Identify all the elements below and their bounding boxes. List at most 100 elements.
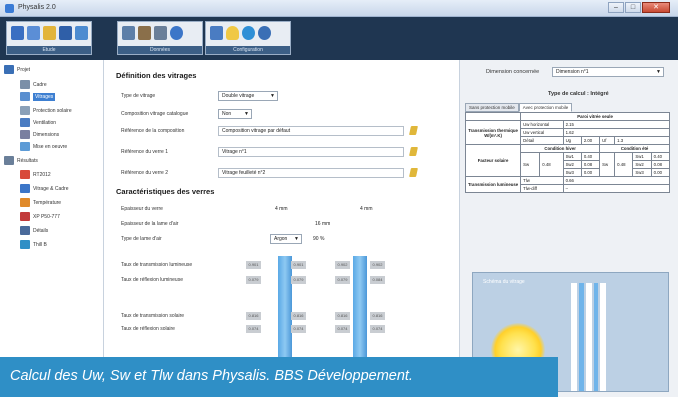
minimize-button[interactable]: – <box>608 2 624 13</box>
tree-item-temperature[interactable]: Température <box>20 198 61 207</box>
window-controls: – □ ✕ <box>608 2 670 13</box>
tree-item-ventilation[interactable]: Ventilation <box>20 118 56 127</box>
sw3-ete-label: Sw3 <box>632 168 652 177</box>
rs-label: Taux de réflexion solaire <box>121 326 175 332</box>
dimension-select[interactable]: Dimension n°1 ▼ <box>552 67 664 77</box>
tab-sans-protection[interactable]: Sans protection mobile <box>465 103 519 112</box>
folder-icon[interactable] <box>43 26 56 40</box>
ref-verre2-input[interactable]: Vitrage feuilleté n°2 <box>218 168 404 178</box>
tree-item-vitrages[interactable]: Vitrages <box>20 92 56 101</box>
paroi-header: Paroi vitrée seule <box>520 112 670 121</box>
dimension-label: Dimension concernée <box>486 69 540 75</box>
ref-verre1-input[interactable]: Vitrage n°1 <box>218 147 404 157</box>
globe-icon[interactable] <box>242 26 255 40</box>
chevron-down-icon: ▼ <box>270 93 275 99</box>
section-title-definition: Définition des vitrages <box>116 71 197 80</box>
glazing-icon <box>20 92 30 101</box>
tree-item-mise-en-oeuvre[interactable]: Mise en oeuvre <box>20 142 67 151</box>
caption-text: Calcul des Uw, Sw et Tlw dans Physalis. … <box>10 368 413 384</box>
epaisseur-verre2-value[interactable]: 4 mm <box>360 206 373 212</box>
tree-item-thill-b[interactable]: Thill B <box>20 240 47 249</box>
sw2-hiver-value: 0.08 <box>580 160 601 169</box>
ribbon-group-donnees: Données <box>117 21 203 55</box>
project-icon <box>4 65 14 74</box>
window-icon[interactable] <box>210 26 223 40</box>
rs-value-2: 0.074 <box>291 325 306 333</box>
edit-pencil-icon[interactable] <box>409 147 418 156</box>
tab-avec-protection[interactable]: Avec protection mobile <box>518 103 573 112</box>
details-icon <box>20 226 30 235</box>
window-titlebar: Physalis 2.0 – □ ✕ <box>0 0 678 17</box>
tlw-label: Tlw <box>520 176 564 185</box>
schema-air-gap <box>579 283 584 391</box>
edit-pencil-icon[interactable] <box>409 168 418 177</box>
help-icon[interactable] <box>170 26 183 40</box>
window-title: Physalis 2.0 <box>18 4 56 11</box>
navigation-tree: Projet Cadre Vitrages Protection solaire… <box>0 60 104 397</box>
settings-icon[interactable] <box>258 26 271 40</box>
tree-item-dimensions[interactable]: Dimensions <box>20 130 59 139</box>
dimensions-icon <box>20 130 30 139</box>
print-icon[interactable] <box>122 26 135 40</box>
schema-title: Schéma du vitrage <box>483 279 525 285</box>
catalogue-select[interactable]: Non ▼ <box>218 109 252 119</box>
tlw-diff-value: – <box>562 184 671 193</box>
chevron-down-icon: ▼ <box>656 69 661 75</box>
schema-glass-third <box>600 283 606 391</box>
tree-item-cadre[interactable]: Cadre <box>20 80 47 89</box>
rl-value-3: 0.079 <box>335 276 350 284</box>
sw1-ete-value: 0.40 <box>650 152 671 161</box>
open-icon[interactable] <box>27 26 40 40</box>
tlw-diff-label: Tlw-diff <box>520 184 564 193</box>
tree-item-vitrage-cadre[interactable]: Vitrage & Cadre <box>20 184 68 193</box>
ribbon-group-label: Données <box>118 46 202 54</box>
tree-item-protection-solaire[interactable]: Protection solaire <box>20 106 72 115</box>
window-frame-icon <box>20 184 30 193</box>
maximize-button[interactable]: □ <box>625 2 641 13</box>
sw3-ete-value: 0.00 <box>650 168 671 177</box>
save-icon[interactable] <box>59 26 72 40</box>
new-icon[interactable] <box>11 26 24 40</box>
ug-value: 2.00 <box>580 136 601 145</box>
ref-composition-input[interactable]: Composition vitrage par défaut <box>218 126 404 136</box>
thermometer-icon <box>20 198 30 207</box>
list-icon[interactable] <box>138 26 151 40</box>
detail-label: Détail <box>520 136 564 145</box>
tree-item-projet[interactable]: Projet <box>4 65 30 74</box>
chevron-down-icon: ▼ <box>294 236 299 242</box>
type-vitrage-select[interactable]: Double vitrage ▼ <box>218 91 278 101</box>
gaz-percent-value[interactable]: 90 % <box>313 236 324 242</box>
standard-icon <box>20 212 30 221</box>
edit-pencil-icon[interactable] <box>409 126 418 135</box>
tree-item-resultats[interactable]: Résultats <box>4 156 38 165</box>
section-title-caracteristiques: Caractéristiques des verres <box>116 187 215 196</box>
bulb-icon[interactable] <box>226 26 239 40</box>
close-button[interactable]: ✕ <box>642 2 670 13</box>
rl-label: Taux de réflexion lumineuse <box>121 277 183 283</box>
rs-value-1: 0.074 <box>246 325 261 333</box>
tree-item-xp-p50-777[interactable]: XP P50-777 <box>20 212 60 221</box>
ts-value-1: 0.816 <box>246 312 261 320</box>
copy-icon[interactable] <box>154 26 167 40</box>
gaz-select[interactable]: Argon ▼ <box>270 234 302 244</box>
sw3-hiver-label: Sw3 <box>562 168 582 177</box>
sw1-ete-label: Sw1 <box>632 152 652 161</box>
shade-icon <box>20 106 30 115</box>
ribbon-group-label: Configuration <box>206 46 290 54</box>
calc-type-label: Type de calcul : Intégré <box>548 91 609 97</box>
ref-verre2-label: Référence du verre 2 <box>121 170 168 176</box>
thill-icon <box>20 240 30 249</box>
tree-item-rt2012[interactable]: RT2012 <box>20 170 51 179</box>
epaisseur-verre1-value[interactable]: 4 mm <box>275 206 288 212</box>
export-icon[interactable] <box>75 26 88 40</box>
caption-banner: Calcul des Uw, Sw et Tlw dans Physalis. … <box>0 357 558 397</box>
sw1-hiver-label: Sw1 <box>562 152 582 161</box>
schema-air-gap-2 <box>594 283 598 391</box>
lame-air-value[interactable]: 16 mm <box>315 221 330 227</box>
tree-item-details[interactable]: Détails <box>20 226 48 235</box>
sw3-hiver-value: 0.00 <box>580 168 601 177</box>
sw2-ete-value: 0.08 <box>650 160 671 169</box>
transmission-lumineuse-label: Transmission lumineuse <box>464 176 522 193</box>
ts-value-4: 0.816 <box>370 312 385 320</box>
uw-vertical-value: 1.62 <box>562 128 671 137</box>
